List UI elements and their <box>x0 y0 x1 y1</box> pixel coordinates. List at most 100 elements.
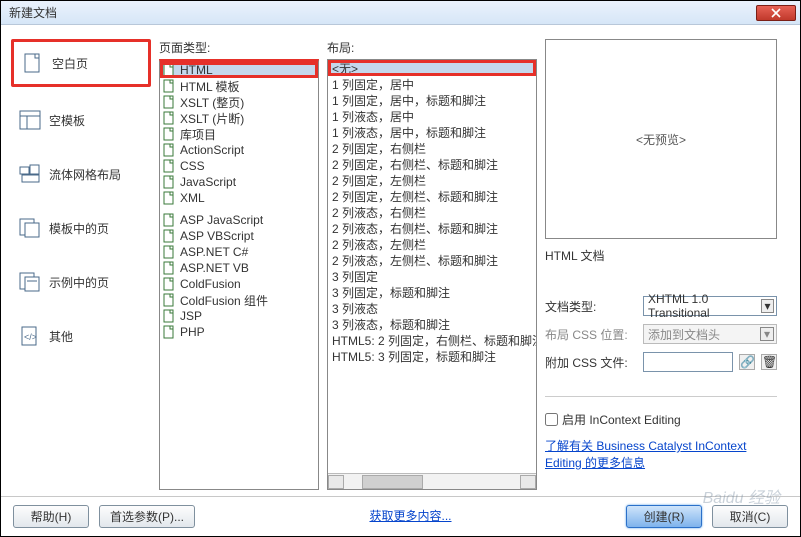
page-type-item-label: XML <box>180 191 205 205</box>
layout-item[interactable]: 3 列固定，标题和脚注 <box>328 284 536 300</box>
page-type-item[interactable]: 库项目 <box>160 126 318 142</box>
dialog-footer: 帮助(H) 首选参数(P)... 获取更多内容... 创建(R) 取消(C) <box>1 496 800 536</box>
page-type-item[interactable]: HTML <box>160 62 318 78</box>
file-icon <box>162 245 176 259</box>
sidebar-item-label: 模板中的页 <box>49 220 109 237</box>
scroll-right-button[interactable] <box>520 475 536 489</box>
scroll-left-button[interactable] <box>328 475 344 489</box>
sidebar-item-fluid-grid[interactable]: 流体网格布局 <box>11 153 151 195</box>
page-type-item[interactable]: XML <box>160 190 318 206</box>
css-pos-select: 添加到文档头 ▾ <box>643 324 777 344</box>
doctype-select[interactable]: XHTML 1.0 Transitional ▾ <box>643 296 777 316</box>
page-type-item-label: 库项目 <box>180 126 216 143</box>
layout-item[interactable]: 3 列液态 <box>328 300 536 316</box>
window-title: 新建文档 <box>5 4 756 21</box>
layout-item-label: 3 列液态，标题和脚注 <box>332 316 450 333</box>
layout-label: 布局: <box>327 39 537 56</box>
layout-item-label: 2 列固定，左侧栏、标题和脚注 <box>332 188 498 205</box>
layout-item[interactable]: 2 列液态，右侧栏、标题和脚注 <box>328 220 536 236</box>
preview-column: <无预览> HTML 文档 文档类型: XHTML 1.0 Transition… <box>545 39 777 490</box>
page-type-item-label: HTML <box>180 63 213 77</box>
page-type-item[interactable]: XSLT (整页) <box>160 94 318 110</box>
layout-item[interactable]: 1 列固定，居中 <box>328 76 536 92</box>
page-type-item-label: HTML 模板 <box>180 78 240 95</box>
page-type-item-label: ASP JavaScript <box>180 213 263 227</box>
scroll-thumb[interactable] <box>362 475 424 489</box>
layout-item[interactable]: 3 列液态，标题和脚注 <box>328 316 536 332</box>
scroll-track[interactable] <box>344 475 520 489</box>
page-type-label: 页面类型: <box>159 39 319 56</box>
layout-item[interactable]: HTML5: 3 列固定，标题和脚注 <box>328 348 536 364</box>
layout-item[interactable]: 2 列固定，左侧栏 <box>328 172 536 188</box>
layout-item[interactable]: <无> <box>328 60 536 76</box>
layout-list[interactable]: <无>1 列固定，居中1 列固定，居中，标题和脚注1 列液态，居中1 列液态，居… <box>328 60 536 473</box>
css-file-label: 附加 CSS 文件: <box>545 354 637 371</box>
page-from-template-icon <box>19 217 41 239</box>
page-type-item[interactable]: JSP <box>160 308 318 324</box>
layout-item[interactable]: 2 列液态，左侧栏、标题和脚注 <box>328 252 536 268</box>
sidebar-item-blank-page[interactable]: 空白页 <box>11 39 151 87</box>
page-type-item[interactable]: PHP <box>160 324 318 340</box>
dialog-content: 空白页 空模板 流体网格布局 模板中的页 示例中的页 </> 其他 <box>1 25 800 496</box>
help-button[interactable]: 帮助(H) <box>13 505 89 528</box>
layout-item[interactable]: 2 列固定，左侧栏、标题和脚注 <box>328 188 536 204</box>
page-type-item-label: XSLT (整页) <box>180 94 244 111</box>
page-type-item[interactable]: ASP.NET VB <box>160 260 318 276</box>
layout-item-label: 2 列固定，左侧栏 <box>332 172 426 189</box>
page-type-item-label: ASP.NET C# <box>180 245 248 259</box>
page-type-item[interactable]: ColdFusion 组件 <box>160 292 318 308</box>
layout-item[interactable]: 2 列液态，右侧栏 <box>328 204 536 220</box>
layout-item[interactable]: HTML5: 2 列固定，右侧栏、标题和脚注 <box>328 332 536 348</box>
layout-item[interactable]: 1 列液态，居中，标题和脚注 <box>328 124 536 140</box>
get-more-link[interactable]: 获取更多内容... <box>369 508 451 525</box>
layout-item-label: 3 列固定 <box>332 268 378 285</box>
page-type-item[interactable]: ASP.NET C# <box>160 244 318 260</box>
remove-css-button[interactable]: 🗑 <box>761 354 777 370</box>
page-type-item[interactable]: ColdFusion <box>160 276 318 292</box>
sidebar-item-page-from-template[interactable]: 模板中的页 <box>11 207 151 249</box>
preview-caption: HTML 文档 <box>545 247 777 264</box>
layout-item[interactable]: 2 列固定，右侧栏、标题和脚注 <box>328 156 536 172</box>
preferences-button[interactable]: 首选参数(P)... <box>99 505 195 528</box>
layout-column: 布局: <无>1 列固定，居中1 列固定，居中，标题和脚注1 列液态，居中1 列… <box>327 39 537 490</box>
layout-item[interactable]: 2 列液态，左侧栏 <box>328 236 536 252</box>
page-type-item[interactable]: JavaScript <box>160 174 318 190</box>
file-icon <box>162 63 176 77</box>
page-type-list[interactable]: HTMLHTML 模板XSLT (整页)XSLT (片断)库项目ActionSc… <box>159 59 319 490</box>
page-type-item[interactable]: ASP VBScript <box>160 228 318 244</box>
sidebar-item-label: 空白页 <box>52 55 88 72</box>
cancel-button[interactable]: 取消(C) <box>712 505 788 528</box>
enable-ice-checkbox[interactable] <box>545 413 558 426</box>
file-icon <box>162 229 176 243</box>
layout-item[interactable]: 1 列固定，居中，标题和脚注 <box>328 92 536 108</box>
page-type-item[interactable]: HTML 模板 <box>160 78 318 94</box>
page-type-item[interactable]: ASP JavaScript <box>160 212 318 228</box>
preview-box: <无预览> <box>545 39 777 239</box>
ice-info-link[interactable]: 了解有关 Business Catalyst InContext Editing… <box>545 438 777 472</box>
close-button[interactable] <box>756 5 796 21</box>
create-button[interactable]: 创建(R) <box>626 505 702 528</box>
page-type-item[interactable]: CSS <box>160 158 318 174</box>
page-type-item-label: JSP <box>180 309 202 323</box>
layout-item-label: <无> <box>332 60 358 77</box>
page-type-item[interactable]: XSLT (片断) <box>160 110 318 126</box>
sidebar-item-page-from-sample[interactable]: 示例中的页 <box>11 261 151 303</box>
chevron-down-icon: ▾ <box>760 327 774 341</box>
layout-item[interactable]: 1 列液态，居中 <box>328 108 536 124</box>
css-file-input[interactable] <box>643 352 733 372</box>
layout-item[interactable]: 3 列固定 <box>328 268 536 284</box>
sidebar: 空白页 空模板 流体网格布局 模板中的页 示例中的页 </> 其他 <box>11 39 151 490</box>
close-icon <box>771 8 781 18</box>
file-icon <box>162 111 176 125</box>
file-icon <box>162 309 176 323</box>
link-css-button[interactable]: 🔗 <box>739 354 755 370</box>
sidebar-item-other[interactable]: </> 其他 <box>11 315 151 357</box>
page-type-item-label: PHP <box>180 325 205 339</box>
sidebar-item-blank-template[interactable]: 空模板 <box>11 99 151 141</box>
layout-item-label: 1 列固定，居中，标题和脚注 <box>332 92 486 109</box>
file-icon <box>162 277 176 291</box>
layout-scrollbar[interactable] <box>328 473 536 489</box>
code-icon: </> <box>19 325 41 347</box>
layout-item[interactable]: 2 列固定，右侧栏 <box>328 140 536 156</box>
page-type-item[interactable]: ActionScript <box>160 142 318 158</box>
